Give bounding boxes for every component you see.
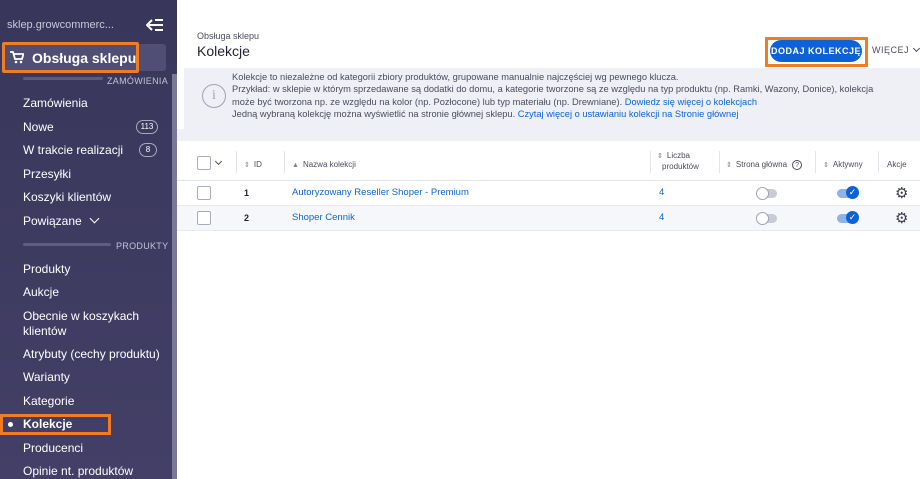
- badge-new-count: 113: [136, 120, 158, 134]
- gear-icon[interactable]: ⚙: [895, 211, 909, 226]
- sidebar-item-carts[interactable]: Koszyki klientów: [23, 190, 111, 205]
- sort-icon: ⇕: [823, 162, 829, 169]
- column-name[interactable]: ▲ Nazwa kolekcji: [292, 160, 356, 169]
- sidebar-header: sklep.growcommerc...: [0, 0, 177, 44]
- spacer: [177, 129, 920, 141]
- chevron-down-icon: [89, 213, 100, 224]
- column-divider: [650, 151, 651, 173]
- sort-icon: ⇕: [244, 162, 250, 169]
- table-row[interactable]: 1 Autoryzowany Reseller Shoper - Premium…: [177, 181, 920, 206]
- section-divider: [23, 77, 103, 80]
- table-header: ⇕ ID ▲ Nazwa kolekcji ⇕ Liczba produktów ⇕ St…: [177, 141, 920, 181]
- chevron-down-icon: [912, 44, 920, 53]
- help-icon[interactable]: ?: [792, 160, 803, 170]
- column-divider: [878, 151, 879, 173]
- row-id: 2: [244, 213, 250, 223]
- sidebar-item-in-carts[interactable]: Obecnie w koszykach klientów: [23, 309, 139, 339]
- sidebar-item-products[interactable]: Produkty: [23, 262, 70, 277]
- sidebar-item-related-label: Powiązane: [23, 214, 82, 228]
- column-divider: [815, 151, 816, 173]
- table-row[interactable]: 2 Shoper Cennik 4 ⚙: [177, 206, 920, 231]
- column-count[interactable]: ⇕ Liczba produktów: [657, 151, 699, 172]
- gear-icon[interactable]: ⚙: [895, 186, 909, 201]
- section-orders-label: ZAMÓWIENIA: [107, 76, 168, 86]
- sidebar-item-new[interactable]: Nowe: [23, 120, 54, 135]
- sidebar-item-in-carts-line2: klientów: [23, 324, 67, 338]
- active-toggle[interactable]: [837, 186, 859, 199]
- row-checkbox[interactable]: [197, 211, 211, 225]
- column-id-label: ID: [253, 160, 262, 169]
- active-toggle[interactable]: [837, 211, 859, 224]
- breadcrumb[interactable]: Obsługa sklepu: [197, 31, 259, 41]
- sidebar-item-attributes[interactable]: Atrybuty (cechy produktu): [23, 347, 160, 362]
- collapse-sidebar-icon[interactable]: [146, 17, 164, 33]
- column-divider: [719, 151, 720, 173]
- info-line-4: Jedną wybraną kolekcję można wyświetlić …: [232, 108, 516, 119]
- sidebar-item-shipments[interactable]: Przesyłki: [23, 167, 71, 182]
- sidebar-item-producers[interactable]: Producenci: [23, 441, 83, 456]
- main-content: Obsługa sklepu Kolekcje DODAJ KOLEKCJĘ W…: [177, 0, 920, 479]
- column-active-label: Aktywny: [832, 160, 863, 169]
- chevron-down-icon[interactable]: [214, 157, 223, 166]
- select-all-checkbox[interactable]: [197, 156, 211, 170]
- sidebar-item-reviews[interactable]: Opinie nt. produktów: [23, 464, 133, 479]
- column-homepage-label: Strona główna: [735, 160, 788, 169]
- learn-more-link[interactable]: Dowiedz się więcej o kolekcjach: [625, 97, 757, 107]
- info-icon: i: [202, 84, 226, 108]
- column-count-label-2: produktów: [662, 162, 699, 171]
- sidebar: sklep.growcommerc... Obsługa sklepu ZAMÓ…: [0, 0, 177, 479]
- info-box: i Kolekcje to niezależne od kategorii zb…: [184, 68, 920, 129]
- homepage-toggle[interactable]: [756, 187, 777, 200]
- sidebar-item-in-carts-line1: Obecnie w koszykach: [23, 309, 140, 323]
- sort-icon: ⇕: [657, 153, 663, 160]
- info-line-2: Przykład: w sklepie w którym sprzedawane…: [232, 84, 874, 95]
- info-text: Kolekcje to niezależne od kategorii zbio…: [232, 71, 920, 120]
- highlight-frame: [765, 37, 868, 67]
- homepage-collection-link[interactable]: Czytaj więcej o ustawianiu kolekcji na S…: [518, 109, 739, 119]
- column-homepage[interactable]: ⇕ Strona główna?: [726, 160, 803, 170]
- product-count-link[interactable]: 4: [659, 212, 664, 223]
- row-id: 1: [244, 188, 250, 198]
- sidebar-item-related[interactable]: Powiązane: [23, 213, 100, 229]
- homepage-toggle[interactable]: [756, 212, 777, 225]
- column-divider: [236, 151, 237, 173]
- column-active[interactable]: ⇕ Aktywny: [823, 160, 863, 169]
- more-button[interactable]: WIĘCEJ: [872, 44, 920, 55]
- info-line-1: Kolekcje to niezależne od kategorii zbio…: [232, 72, 679, 82]
- column-actions: Akcje: [887, 160, 907, 169]
- section-products-label: PRODUKTY: [116, 241, 169, 251]
- page-title: Kolekcje: [197, 43, 250, 59]
- collection-name-link[interactable]: Autoryzowany Reseller Shoper - Premium: [292, 187, 469, 198]
- sort-asc-icon: ▲: [292, 162, 299, 169]
- sidebar-item-auctions[interactable]: Aukcje: [23, 285, 59, 300]
- sidebar-item-orders[interactable]: Zamówienia: [23, 96, 88, 111]
- more-button-label: WIĘCEJ: [872, 45, 910, 55]
- sidebar-item-in-progress[interactable]: W trakcie realizacji: [23, 143, 123, 158]
- column-divider: [284, 151, 285, 173]
- column-id[interactable]: ⇕ ID: [244, 160, 262, 169]
- collection-name-link[interactable]: Shoper Cennik: [292, 212, 355, 223]
- badge-in-progress-count: 8: [139, 143, 157, 157]
- info-line-3: może być tworzona np. ze względu na kolo…: [232, 96, 623, 107]
- section-divider: [23, 243, 111, 246]
- sidebar-item-categories[interactable]: Kategorie: [23, 394, 74, 409]
- sort-icon: ⇕: [726, 162, 732, 169]
- product-count-link[interactable]: 4: [659, 187, 664, 198]
- sidebar-item-variants[interactable]: Warianty: [23, 370, 70, 385]
- highlight-frame: [0, 414, 111, 435]
- shop-domain[interactable]: sklep.growcommerc...: [7, 19, 114, 31]
- row-checkbox[interactable]: [197, 186, 211, 200]
- column-count-label-1: Liczba: [666, 151, 690, 160]
- highlight-frame: [2, 42, 139, 73]
- column-name-label: Nazwa kolekcji: [302, 160, 356, 169]
